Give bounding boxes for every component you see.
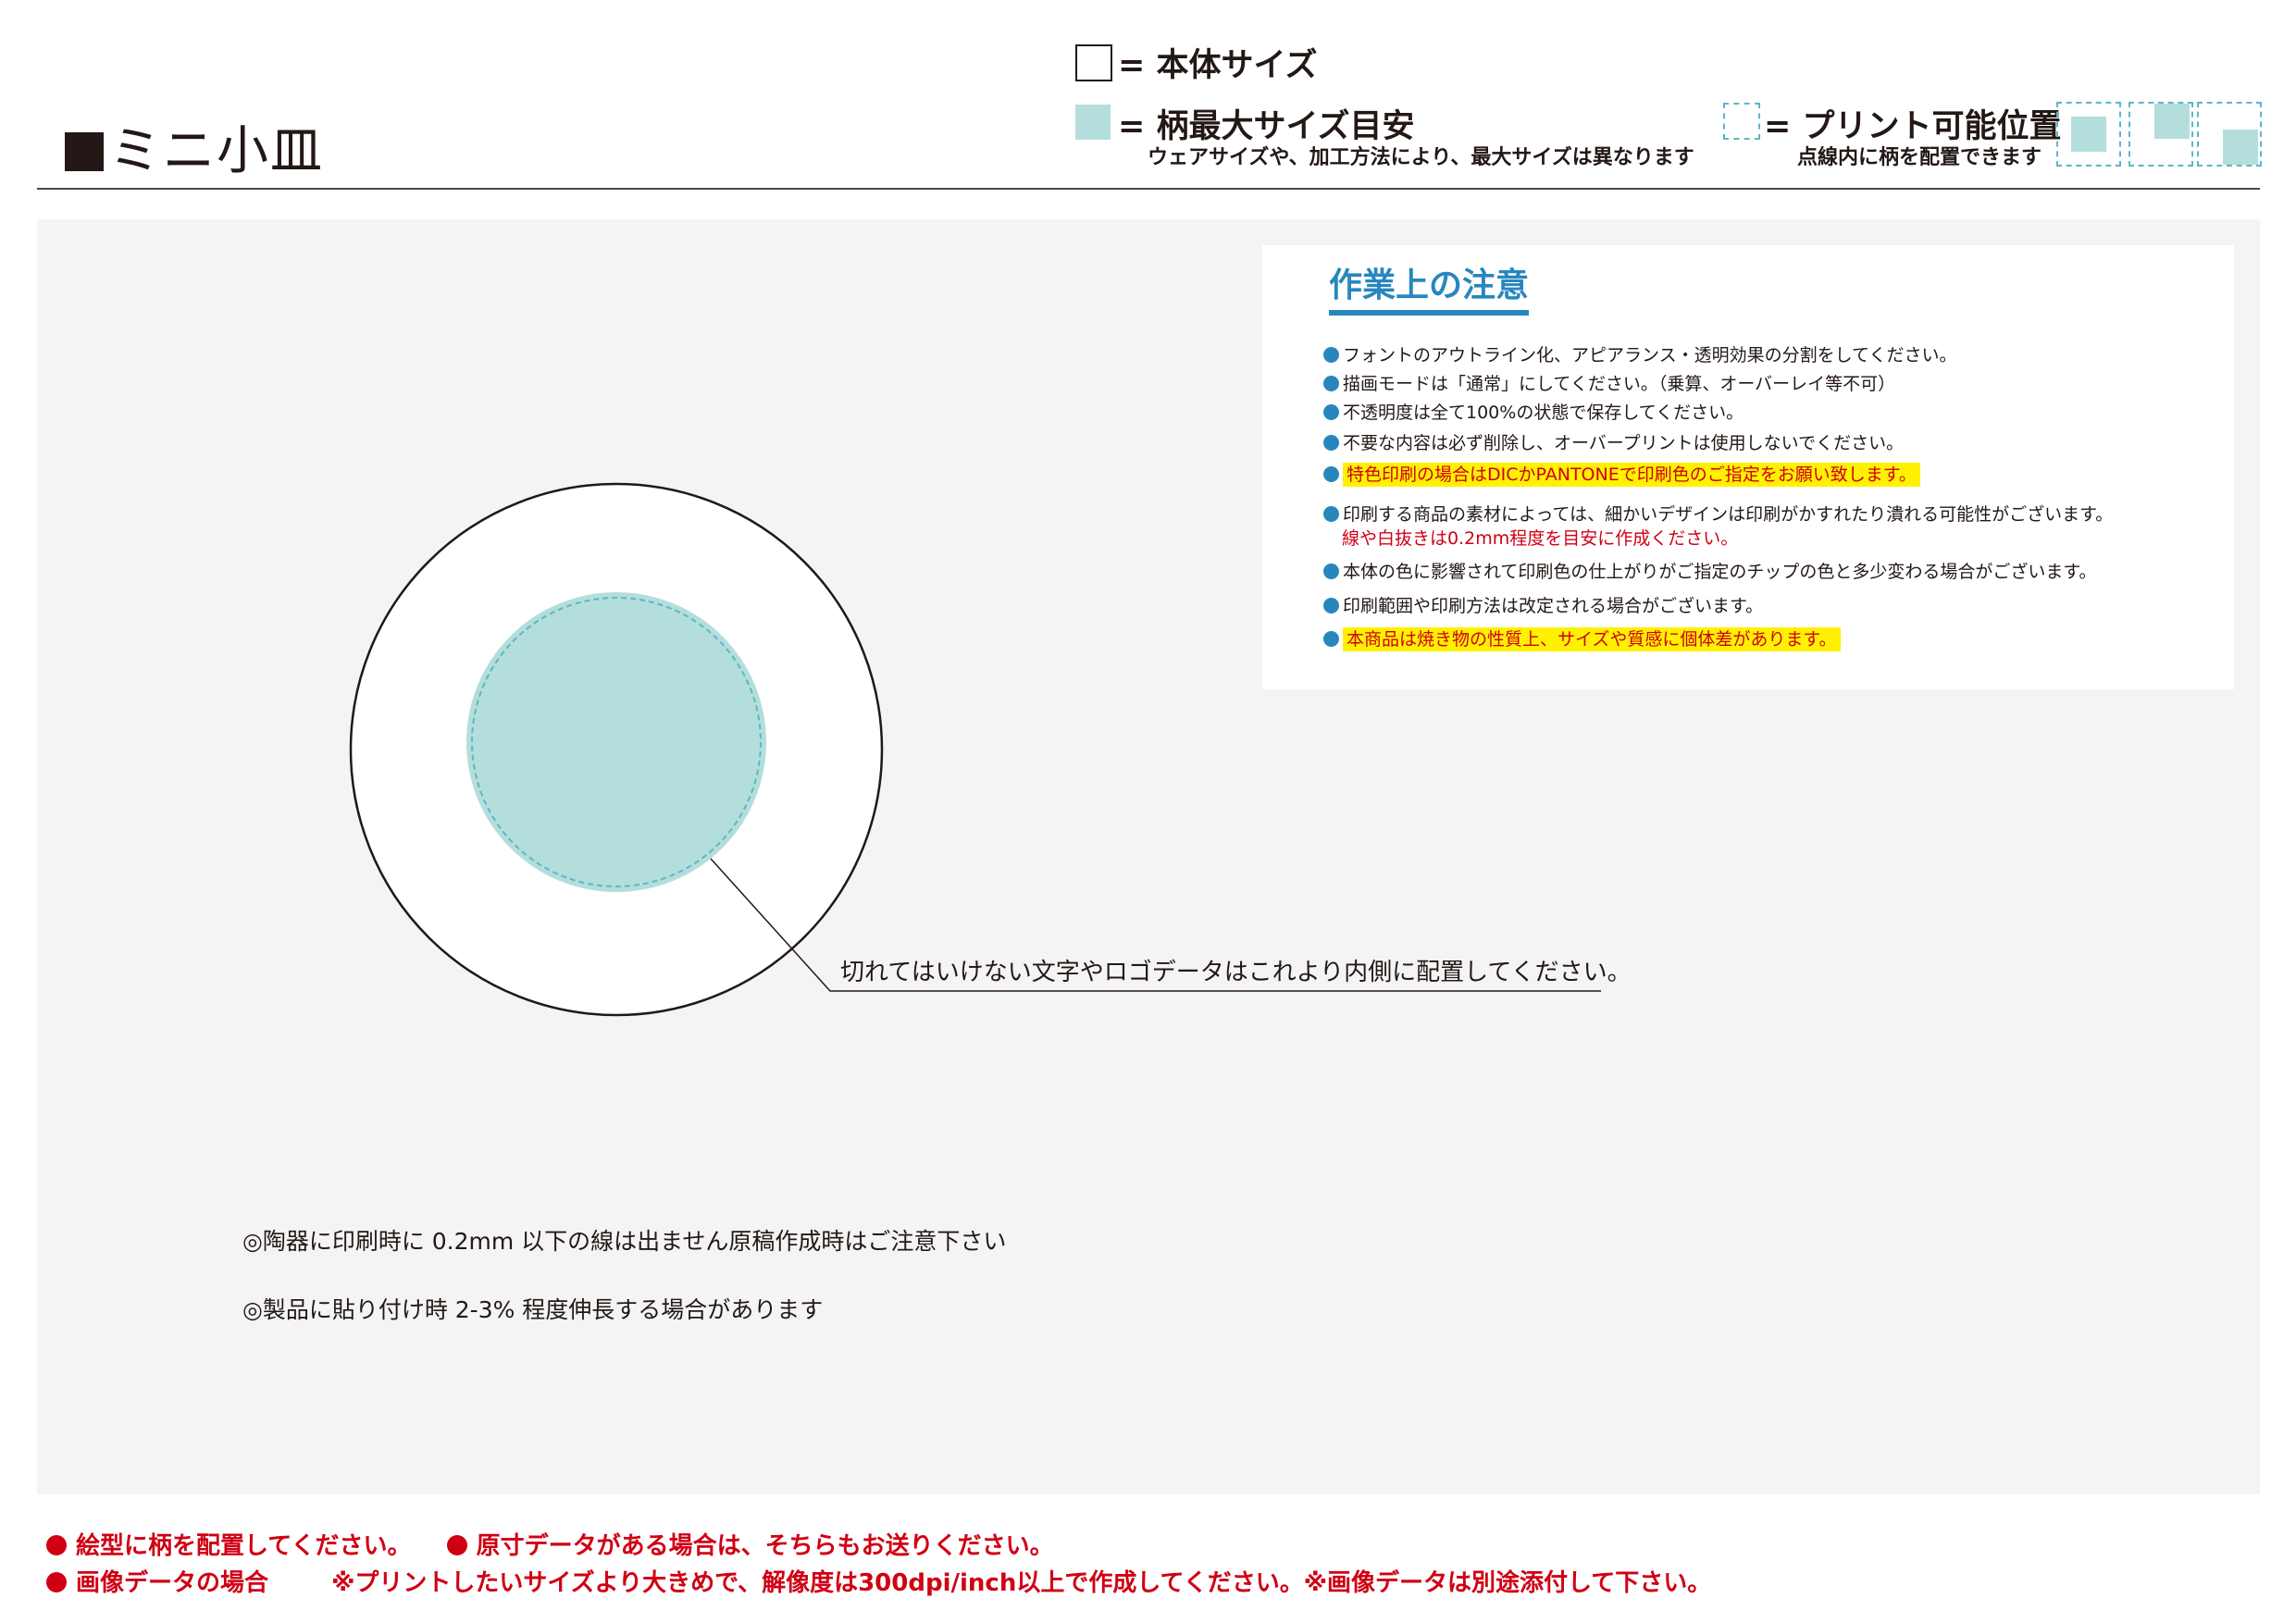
callout-text: 切れてはいけない文字やロゴデータはこれより内側に配置してください。 <box>840 959 1632 986</box>
note-item: フォントのアウトライン化、アピアランス・透明効果の分割をしてください。 <box>1323 341 1956 366</box>
notes-panel: 作業上の注意 フォントのアウトライン化、アピアランス・透明効果の分割をしてくださ… <box>1262 245 2234 689</box>
bullet-icon <box>1323 376 1339 391</box>
notes-title: 作業上の注意 <box>1329 258 1530 316</box>
footnote-stretch: ◎製品に貼り付け時 2-3% 程度伸長する場合があります <box>242 1296 824 1323</box>
bullet-icon <box>1323 404 1339 420</box>
bullet-icon <box>1323 564 1339 579</box>
note-item-highlight: 本商品は焼き物の性質上、サイズや質感に個体差があります。 <box>1323 626 1841 651</box>
footnote-line-width: ◎陶器に印刷時に 0.2mm 以下の線は出ません原稿作成時はご注意下さい <box>242 1228 1007 1255</box>
bullet-icon <box>1323 598 1339 613</box>
note-item: 不要な内容は必ず削除し、オーバープリントは使用しないでください。 <box>1323 429 1904 454</box>
bullet-icon <box>1323 466 1339 482</box>
bullet-icon <box>1323 631 1339 647</box>
footer-place-pattern: 絵型に柄を配置してください。 <box>76 1532 412 1560</box>
footer-image-data-label: 画像データの場合 <box>76 1569 269 1597</box>
footer-image-data-note: ※プリントしたいサイズより大きめで、解像度は300dpi/inch以上で作成して… <box>331 1569 1712 1597</box>
footer-send-original: 原寸データがある場合は、そちらもお送りください。 <box>476 1532 1054 1560</box>
note-item: 描画モードは「通常」にしてください。（乗算、オーバーレイ等不可） <box>1323 370 1895 395</box>
footer-line-2: 画像データの場合 ※プリントしたいサイズより大きめで、解像度は300dpi/in… <box>46 1564 1711 1598</box>
max-pattern-area <box>466 592 766 892</box>
bullet-icon <box>1323 347 1339 363</box>
plate-diagram <box>349 482 1601 1017</box>
bullet-icon <box>1323 506 1339 522</box>
note-item: 不透明度は全て100%の状態で保存してください。 <box>1323 399 1744 424</box>
red-bullet-icon <box>46 1572 67 1592</box>
red-bullet-icon <box>446 1535 467 1555</box>
bullet-icon <box>1323 435 1339 451</box>
note-item: 印刷範囲や印刷方法は改定される場合がございます。 <box>1323 592 1763 617</box>
note-item: 本体の色に影響されて印刷色の仕上がりがご指定のチップの色と多少変わる場合がござい… <box>1323 558 2097 583</box>
red-bullet-icon <box>46 1535 67 1555</box>
note-item-highlight: 特色印刷の場合はDICかPANTONEで印刷色のご指定をお願い致します。 <box>1323 461 1920 487</box>
note-item-sub: 線や白抜きは0.2mm程度を目安に作成ください。 <box>1342 528 1739 549</box>
footer-line-1: 絵型に柄を配置してください。 原寸データがある場合は、そちらもお送りください。 <box>46 1527 1054 1561</box>
note-item: 印刷する商品の素材によっては、細かいデザインは印刷がかすれたり潰れる可能性がござ… <box>1323 501 2113 526</box>
